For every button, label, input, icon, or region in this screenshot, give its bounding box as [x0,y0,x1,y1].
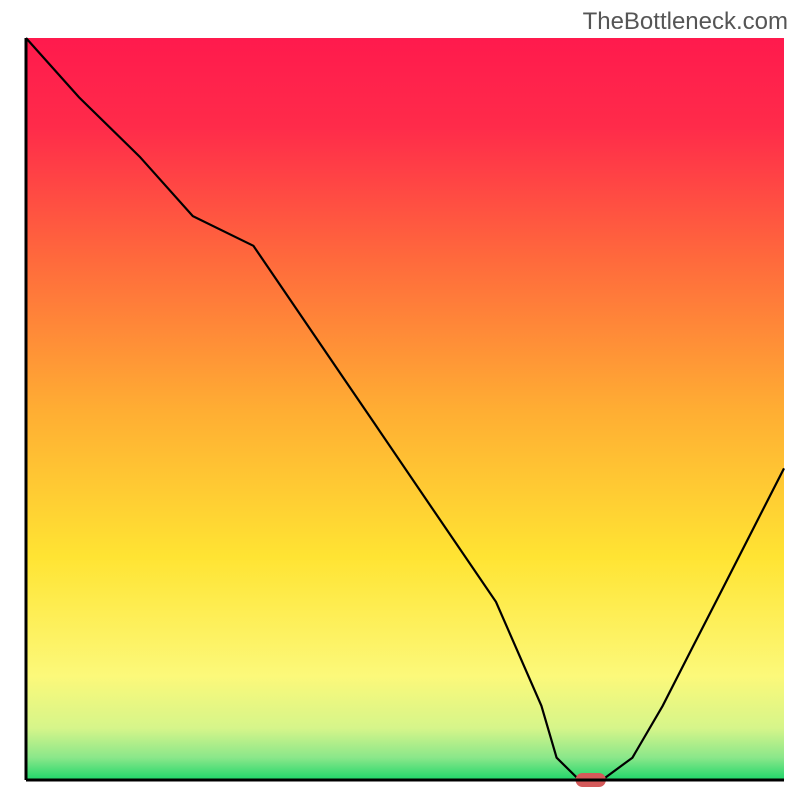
chart-container: TheBottleneck.com [0,0,800,800]
watermark-text: TheBottleneck.com [583,8,788,36]
plot-background [26,38,784,780]
bottleneck-chart [0,0,800,800]
